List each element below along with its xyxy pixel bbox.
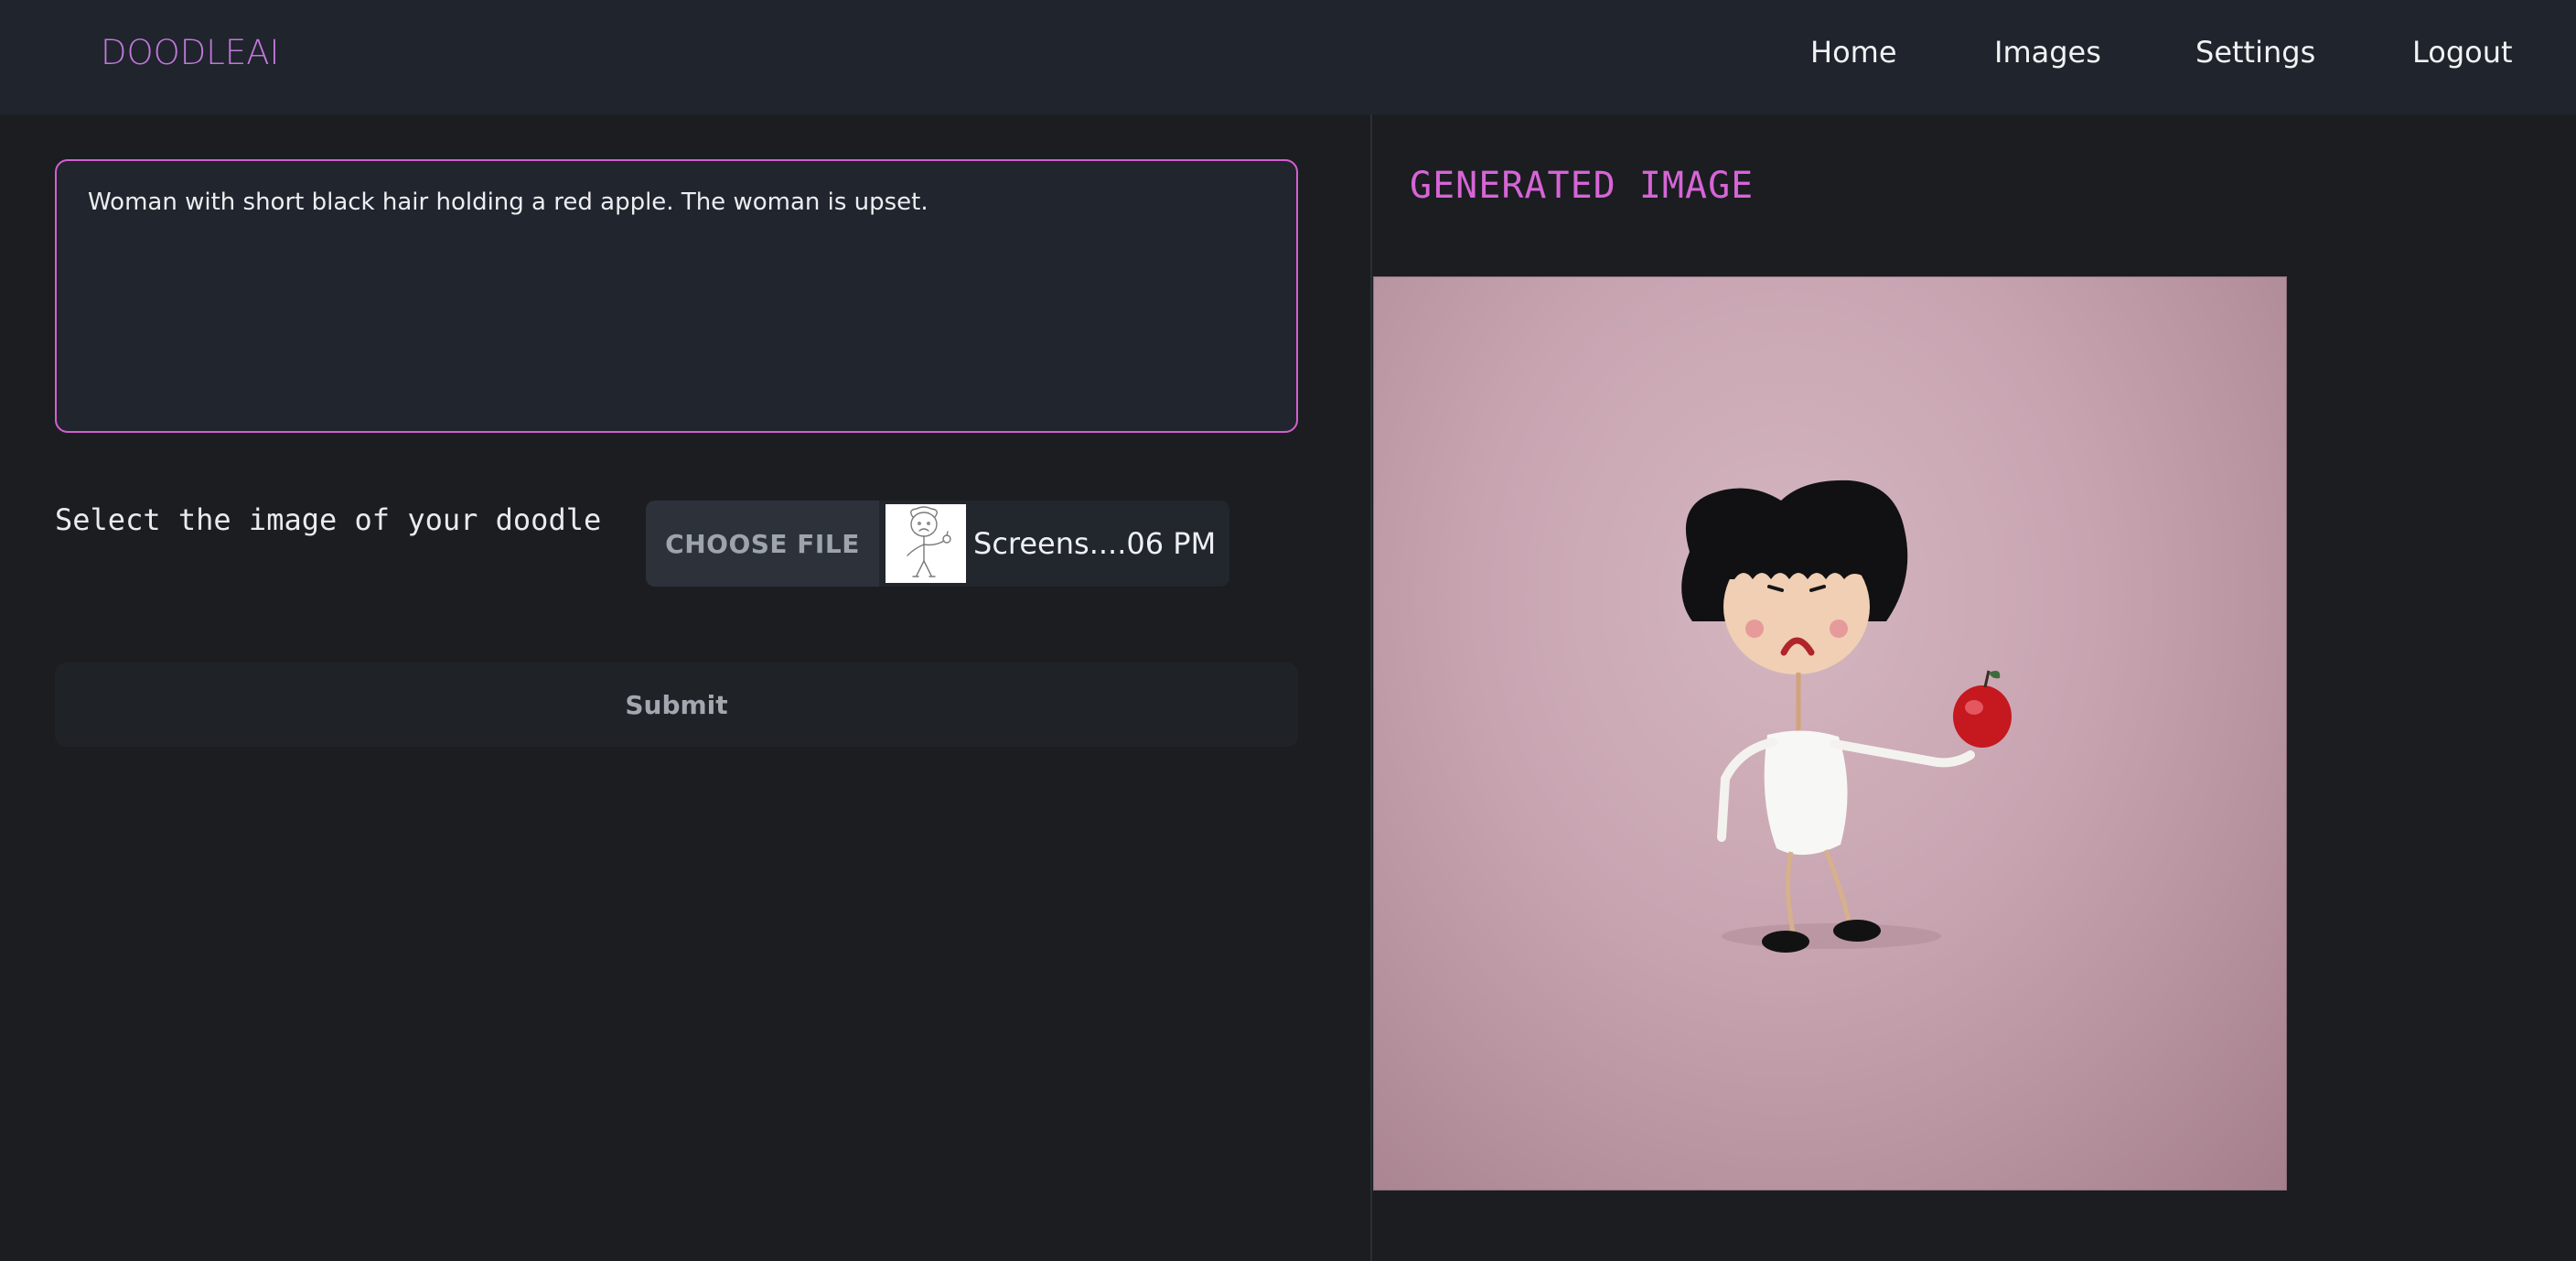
pane-divider (1370, 114, 1372, 1261)
stick-figure-sketch-icon (907, 506, 951, 577)
choose-file-button[interactable]: CHOOSE FILE (646, 501, 879, 587)
top-navbar: DOODLEAI Home Images Settings Logout (0, 0, 2576, 114)
nav-link-home[interactable]: Home (1810, 35, 1897, 70)
prompt-textarea[interactable]: Woman with short black hair holding a re… (55, 159, 1298, 433)
nav-link-settings[interactable]: Settings (2195, 35, 2315, 70)
nav-link-images[interactable]: Images (1994, 35, 2101, 70)
selected-file-name: Screens....06 PM (973, 526, 1217, 561)
felt-doll-illustration (1681, 480, 2012, 953)
file-input[interactable]: CHOOSE FILE Screens....06 PM (646, 501, 1229, 587)
select-doodle-label: Select the image of your doodle (55, 502, 602, 537)
brand-logo[interactable]: DOODLEAI (101, 33, 279, 72)
nav-link-logout[interactable]: Logout (2412, 35, 2513, 70)
doodle-thumbnail (886, 504, 966, 583)
submit-button[interactable]: Submit (55, 663, 1298, 747)
generated-image-title: GENERATED IMAGE (1410, 165, 1755, 207)
generated-image (1373, 276, 2287, 1191)
